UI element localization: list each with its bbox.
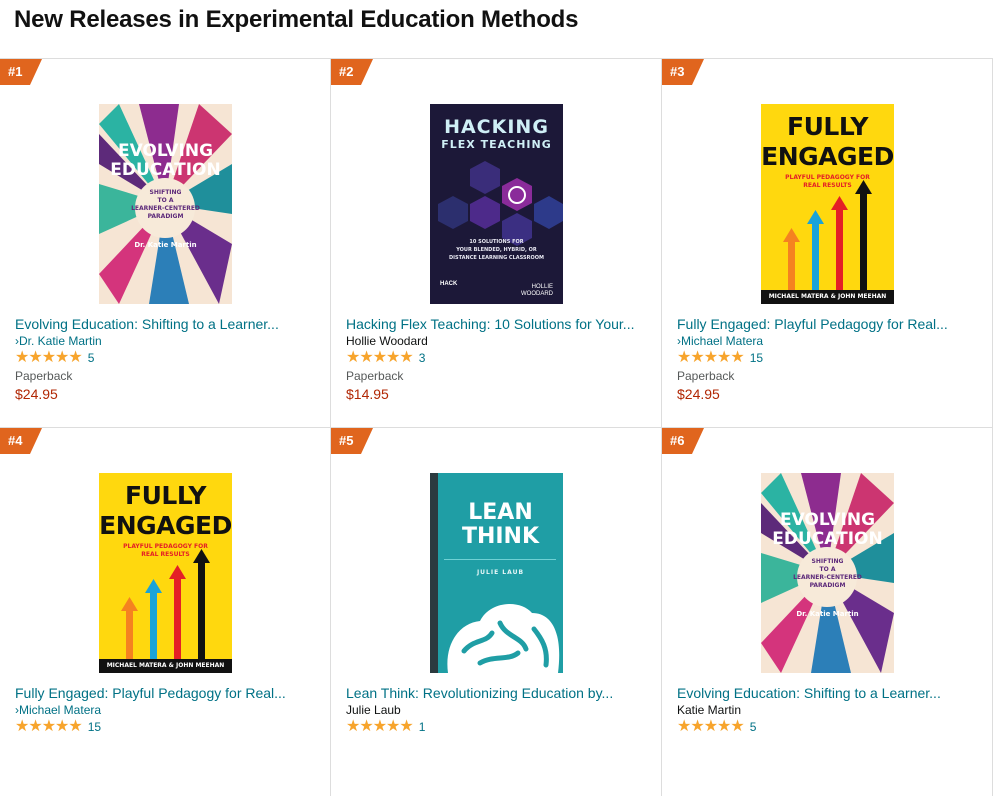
rank-badge: #6 — [662, 428, 704, 454]
product-card-4: #4 FULLY ENGAGED PLAYFUL PEDAGOGY FOR RE… — [0, 427, 331, 796]
book-cover[interactable]: HACKING FLEX TEACHING 10 SOLUTIONS FOR Y… — [430, 104, 563, 304]
cover-subtitle: PLAYFUL PEDAGOGY FOR REAL RESULTS — [785, 174, 870, 189]
cover-author: JULIE LAUB — [476, 569, 525, 576]
price: $14.95 — [346, 386, 389, 402]
rating[interactable]: ★★★★★ 5 — [677, 719, 756, 735]
star-icon: ★★★★★ — [346, 349, 414, 366]
format-label: Paperback — [15, 369, 73, 383]
star-icon: ★★★★★ — [677, 718, 745, 735]
rank-label: #3 — [670, 64, 685, 79]
rating-count[interactable]: 3 — [419, 351, 426, 365]
price: $24.95 — [677, 386, 720, 402]
cover-subtitle: PLAYFUL PEDAGOGY FOR REAL RESULTS — [123, 543, 208, 558]
rank-label: #5 — [339, 433, 354, 448]
cover-author: MICHAEL MATERA & JOHN MEEHAN — [768, 293, 887, 300]
rating[interactable]: ★★★★★ 15 — [15, 719, 101, 735]
rating[interactable]: ★★★★★ 1 — [346, 719, 425, 735]
product-card-5: #5 LEAN THINK JULIE LAUB Lean Think: Rev… — [331, 427, 662, 796]
book-cover[interactable]: FULLY ENGAGED PLAYFUL PEDAGOGY FOR REAL … — [761, 104, 894, 304]
author-link[interactable]: ›Michael Matera — [15, 703, 101, 717]
rank-badge: #5 — [331, 428, 373, 454]
cover-title: FULLY ENGAGED — [99, 481, 232, 540]
cover-author: HOLLIE WOODARD — [521, 284, 553, 297]
rating[interactable]: ★★★★★ 15 — [677, 350, 763, 366]
cover-subtitle: 10 SOLUTIONS FOR YOUR BLENDED, HYBRID, O… — [449, 239, 544, 261]
format-label: Paperback — [346, 369, 404, 383]
author-link[interactable]: ›Dr. Katie Martin — [15, 334, 102, 348]
cover-subtitle: SHIFTING TO A LEARNER-CENTERED PARADIGM — [131, 189, 200, 220]
rating-count[interactable]: 5 — [88, 351, 95, 365]
cover-subtitle: SHIFTING TO A LEARNER-CENTERED PARADIGM — [793, 558, 862, 589]
star-icon: ★★★★★ — [346, 718, 414, 735]
rating-count[interactable]: 15 — [750, 351, 763, 365]
product-card-1: #1 EVOLVING EDUCATION SHIFTING TO A LEAR… — [0, 58, 331, 427]
star-icon: ★★★★★ — [677, 349, 745, 366]
product-title-link[interactable]: Evolving Education: Shifting to a Learne… — [677, 685, 977, 701]
rank-badge: #2 — [331, 59, 373, 85]
price: $24.95 — [15, 386, 58, 402]
rank-label: #1 — [8, 64, 23, 79]
cover-title: HACKING — [444, 116, 549, 138]
product-title-link[interactable]: Fully Engaged: Playful Pedagogy for Real… — [15, 685, 315, 701]
rating[interactable]: ★★★★★ 5 — [15, 350, 94, 366]
rating-count[interactable]: 5 — [750, 720, 757, 734]
cover-title: EVOLVING EDUCATION — [110, 141, 221, 180]
rating-count[interactable]: 15 — [88, 720, 101, 734]
cover-author: MICHAEL MATERA & JOHN MEEHAN — [106, 662, 225, 669]
author-name: Julie Laub — [346, 703, 401, 717]
format-label: Paperback — [677, 369, 735, 383]
author-link[interactable]: ›Michael Matera — [677, 334, 763, 348]
product-card-6: #6 EVOLVING EDUCATION SHIFTING TO A LEAR… — [662, 427, 993, 796]
cover-author: Dr. Katie Martin — [134, 241, 197, 249]
rank-label: #2 — [339, 64, 354, 79]
cover-author: Dr. Katie Martin — [796, 610, 859, 618]
rating[interactable]: ★★★★★ 3 — [346, 350, 425, 366]
book-cover[interactable]: LEAN THINK JULIE LAUB — [430, 473, 563, 673]
star-icon: ★★★★★ — [15, 718, 83, 735]
cover-title: FULLY ENGAGED — [761, 112, 894, 171]
product-title-link[interactable]: Hacking Flex Teaching: 10 Solutions for … — [346, 316, 646, 332]
product-title-link[interactable]: Evolving Education: Shifting to a Learne… — [15, 316, 315, 332]
star-icon: ★★★★★ — [15, 349, 83, 366]
rating-count[interactable]: 1 — [419, 720, 426, 734]
cover-title-2: FLEX TEACHING — [441, 138, 552, 151]
product-title-link[interactable]: Fully Engaged: Playful Pedagogy for Real… — [677, 316, 977, 332]
product-card-2: #2 HACKING FLEX TEACHING 10 SOLUTIONS FO… — [331, 58, 662, 427]
product-title-link[interactable]: Lean Think: Revolutionizing Education by… — [346, 685, 646, 701]
book-cover[interactable]: EVOLVING EDUCATION SHIFTING TO A LEARNER… — [99, 104, 232, 304]
product-card-3: #3 FULLY ENGAGED PLAYFUL PEDAGOGY FOR RE… — [662, 58, 993, 427]
book-cover[interactable]: EVOLVING EDUCATION SHIFTING TO A LEARNER… — [761, 473, 894, 673]
page-title: New Releases in Experimental Education M… — [14, 6, 579, 33]
book-cover[interactable]: FULLY ENGAGED PLAYFUL PEDAGOGY FOR REAL … — [99, 473, 232, 673]
rank-label: #6 — [670, 433, 685, 448]
cover-title: LEAN THINK — [461, 500, 540, 549]
rank-label: #4 — [8, 433, 23, 448]
rank-badge: #4 — [0, 428, 42, 454]
cover-title: EVOLVING EDUCATION — [772, 510, 883, 549]
publisher-logo: HACK — [440, 281, 458, 287]
rank-badge: #3 — [662, 59, 704, 85]
rank-badge: #1 — [0, 59, 42, 85]
author-name: Hollie Woodard — [346, 334, 428, 348]
author-name: Katie Martin — [677, 703, 742, 717]
